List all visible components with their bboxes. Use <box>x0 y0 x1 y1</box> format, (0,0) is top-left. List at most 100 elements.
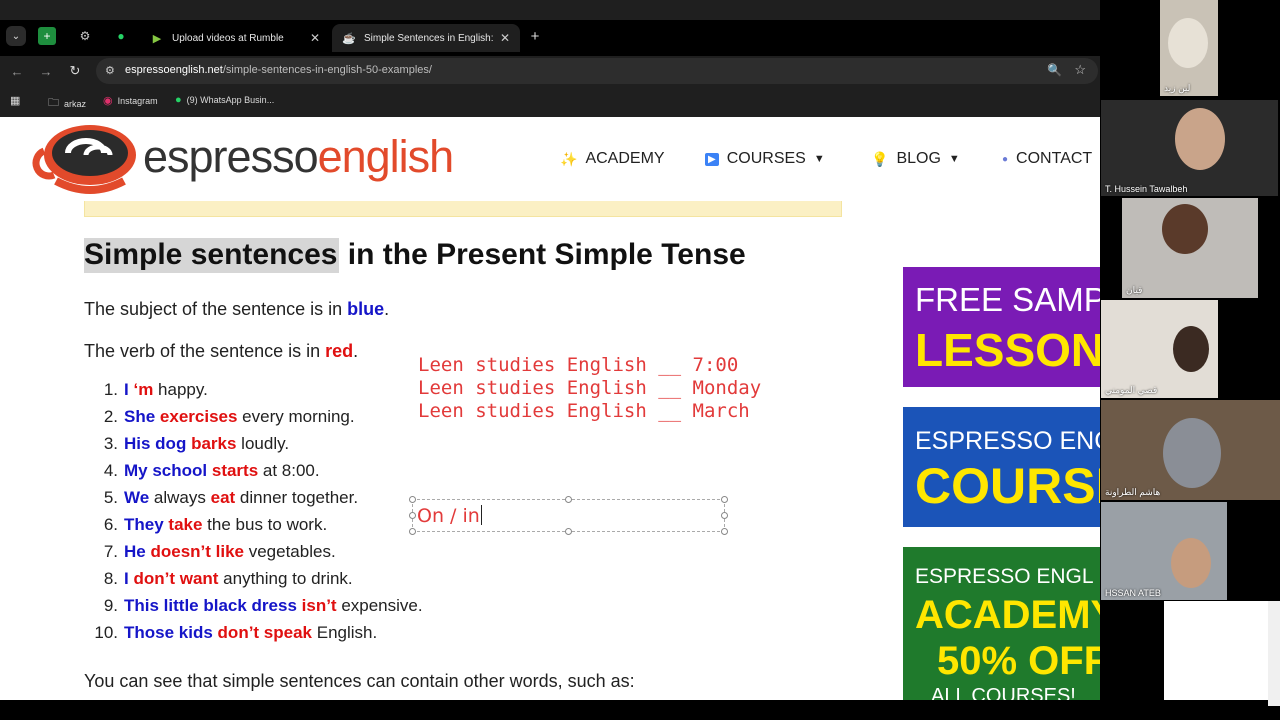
participant-avatar <box>1171 538 1211 588</box>
color-word-red: red <box>325 341 354 361</box>
annotation-note: Leen studies English __ 7:00 Leen studie… <box>418 354 761 423</box>
participant-tile[interactable]: T. Hussein Tawalbeh <box>1101 100 1278 196</box>
resize-handle[interactable] <box>565 528 572 535</box>
tab-rumble[interactable]: ▶ Upload videos at Rumble ✕ <box>140 24 330 52</box>
para-text: The verb of the sentence is in <box>84 341 326 361</box>
close-icon[interactable]: ✕ <box>500 31 510 45</box>
examples-list: 1. I ‘m happy. 2. She exercises every morni… <box>84 380 464 650</box>
chevron-down-icon[interactable]: ▼ <box>814 153 825 165</box>
example-number: 9. <box>103 596 118 615</box>
participant-tile[interactable]: HSSAN ATEB <box>1101 502 1227 600</box>
example-subject: She <box>124 407 156 426</box>
ad-line: ESPRESSO ENGL <box>915 565 1094 588</box>
resize-handle[interactable] <box>721 528 728 535</box>
example-number: 2. <box>103 407 118 426</box>
example-sentence: 3. His dog barks loudly. <box>84 434 464 461</box>
resize-handle[interactable] <box>721 496 728 503</box>
example-subject: We <box>124 488 150 507</box>
reload-icon[interactable]: ↻ <box>66 62 84 80</box>
participant-tile[interactable]: هاشم الطراونة <box>1101 400 1280 500</box>
resize-handle[interactable] <box>409 528 416 535</box>
menu-contact[interactable]: ● CONTACT <box>1002 150 1092 168</box>
tab-title: Upload videos at Rumble <box>172 32 284 44</box>
logo-word-espresso: espresso <box>143 131 319 182</box>
bookmark-whatsapp[interactable]: ● (9) WhatsApp Busin... <box>175 94 274 106</box>
heading-text: in the Present Simple Tense <box>339 238 746 271</box>
bookmark-arkaz[interactable]: 🗀 arkaz <box>48 94 86 113</box>
example-verb: don’t want <box>133 569 219 588</box>
example-text: His dog barks loudly. <box>124 434 289 461</box>
example-sentence: 1. I ‘m happy. <box>84 380 464 407</box>
sparkle-icon: ✨ <box>560 150 578 167</box>
example-text: I ‘m happy. <box>124 380 208 407</box>
participant-name: T. Hussein Tawalbeh <box>1105 184 1188 194</box>
example-text: He doesn’t like vegetables. <box>124 542 336 569</box>
bookmark-instagram[interactable]: ◉ Instagram <box>103 94 158 107</box>
logo-word-english: english <box>317 131 455 182</box>
vertical-scrollbar[interactable] <box>1268 601 1280 706</box>
example-number: 6. <box>103 515 118 534</box>
url-text: espressoenglish.net/simple-sentences-in-… <box>125 64 432 76</box>
menu-courses[interactable]: ▶ COURSES ▼ <box>705 150 825 168</box>
example-number: 10. <box>94 623 118 642</box>
example-rest: expensive. <box>336 596 423 615</box>
example-verb: ‘m <box>133 380 154 399</box>
participant-tile[interactable]: لين زيد <box>1160 0 1218 96</box>
participant-avatar <box>1168 18 1208 68</box>
participant-avatar <box>1173 326 1209 372</box>
tab-search-chevron-icon[interactable]: ⌄ <box>6 26 26 46</box>
site-info-icon[interactable]: ⚙ <box>105 64 115 77</box>
navigation-bar: ← → ↻ ⚙ espressoenglish.net/simple-sente… <box>0 56 1100 86</box>
sheets-pinned-tab-icon[interactable]: + <box>38 27 56 45</box>
chevron-down-icon[interactable]: ▼ <box>949 153 960 165</box>
bottom-strip <box>0 700 1268 720</box>
chatgpt-pinned-tab-icon[interactable]: ⚙ <box>76 27 94 45</box>
whatsapp-pinned-tab-icon[interactable]: ● <box>112 27 130 45</box>
apps-grid-icon[interactable]: ▦ <box>10 94 25 107</box>
tab-simple-sentences[interactable]: ☕ Simple Sentences in English: 50 ✕ <box>332 24 520 52</box>
resize-handle[interactable] <box>565 496 572 503</box>
example-verb: take <box>168 515 203 534</box>
back-arrow-icon[interactable]: ← <box>8 62 26 80</box>
ad-line: LESSON <box>915 324 1100 376</box>
example-text: They take the bus to work. <box>124 515 327 542</box>
menu-label: ACADEMY <box>585 150 665 167</box>
bookmark-label: (9) WhatsApp Busin... <box>186 95 275 105</box>
annotation-line: Leen studies English __ Monday <box>418 377 762 399</box>
para-text: . <box>353 341 359 361</box>
bottom-paragraph: You can see that simple sentences can co… <box>84 671 635 691</box>
bookmark-star-icon[interactable]: ☆ <box>1074 62 1086 78</box>
example-number: 5. <box>103 488 118 507</box>
example-verb: eat <box>210 488 236 507</box>
example-rest: at 8:00. <box>258 461 320 480</box>
espresso-english-logo[interactable]: espressoenglish <box>30 121 454 199</box>
new-tab-plus-icon[interactable]: + <box>526 27 544 45</box>
resize-handle[interactable] <box>721 512 728 519</box>
ad-espresso-courses[interactable]: ESPRESSO ENG COURSE <box>903 407 1100 527</box>
ad-free-sample-lesson[interactable]: FREE SAMP LESSON <box>903 267 1100 387</box>
folder-icon: 🗀 <box>48 97 59 109</box>
menu-blog[interactable]: 💡 BLOG ▼ <box>871 150 960 168</box>
menu-label: BLOG <box>896 150 941 167</box>
ad-line: ACADEMY: <box>915 593 1100 637</box>
screen: ⌄ + ⚙ ● ▶ Upload videos at Rumble ✕ ☕ Si… <box>0 0 1280 720</box>
subject-color-note: The subject of the sentence is in blue. <box>84 299 389 320</box>
resize-handle[interactable] <box>409 496 416 503</box>
text-box-value: On / in <box>417 505 482 527</box>
zoom-magnifier-icon[interactable]: 🔍 <box>1047 63 1062 77</box>
resize-handle[interactable] <box>409 512 416 519</box>
close-icon[interactable]: ✕ <box>310 31 320 45</box>
participant-avatar <box>1162 204 1208 254</box>
speech-bubble-icon: ● <box>1002 153 1009 165</box>
forward-arrow-icon[interactable]: → <box>37 62 55 80</box>
ad-espresso-academy[interactable]: ESPRESSO ENGL ACADEMY: 50% OFF ALL COURS… <box>903 547 1100 700</box>
annotation-text-box[interactable]: On / in <box>409 496 728 535</box>
menu-academy[interactable]: ✨ ACADEMY <box>560 150 665 168</box>
espresso-favicon-icon: ☕ <box>342 32 356 45</box>
participant-tile[interactable]: قيان <box>1122 198 1258 298</box>
participant-avatar <box>1163 418 1221 488</box>
address-bar[interactable]: ⚙ espressoenglish.net/simple-sentences-i… <box>96 58 1098 84</box>
participant-tile[interactable]: قصي المومني <box>1101 300 1218 398</box>
participant-name: قصي المومني <box>1105 385 1158 395</box>
example-text: This little black dress isn’t expensive. <box>124 596 423 623</box>
